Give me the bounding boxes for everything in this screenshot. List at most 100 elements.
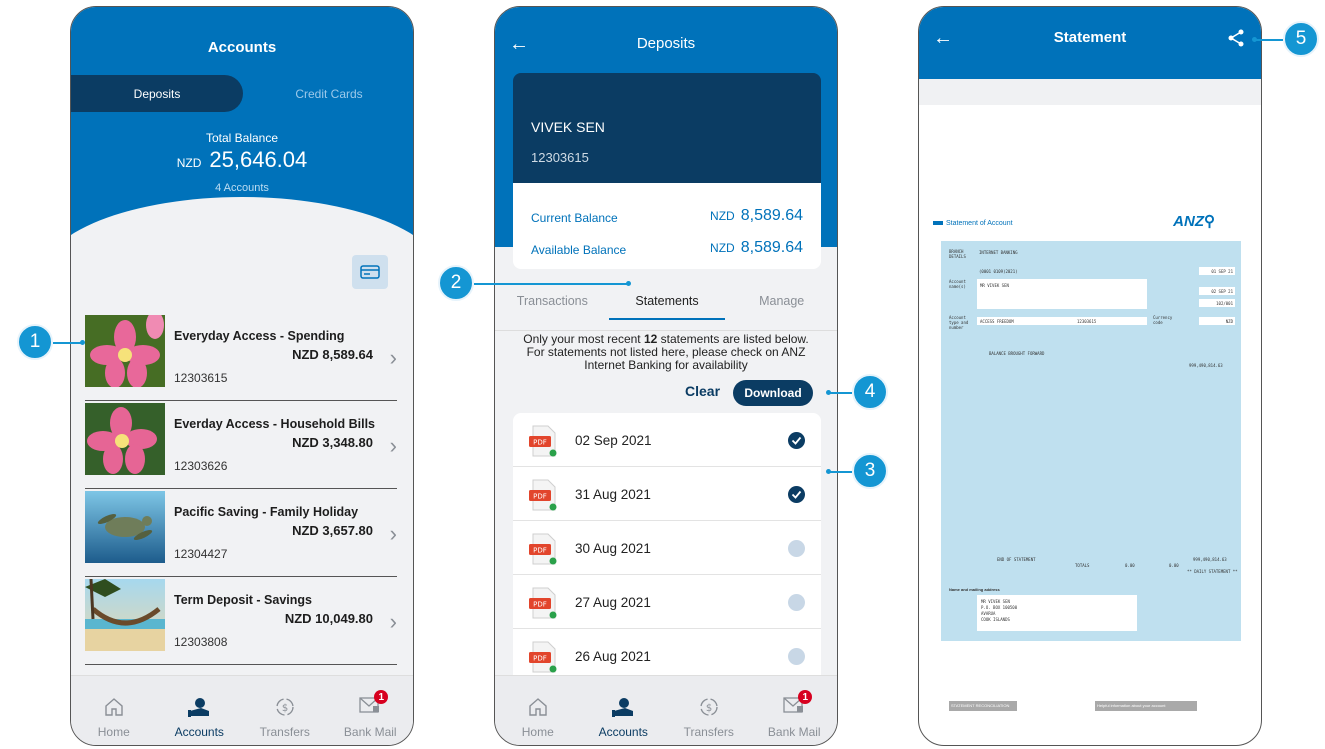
callout-5: 5 xyxy=(1283,21,1319,57)
callout-5-dot xyxy=(1252,37,1257,42)
currency-box: NZD xyxy=(1199,317,1235,325)
deposits-screen: ← Deposits VIVEK SEN 12303615 Current Ba… xyxy=(494,6,838,746)
pink-flower-image xyxy=(85,315,165,387)
account-item[interactable]: Pacific Saving - Family Holiday NZD 3,65… xyxy=(85,491,397,577)
statement-reconciliation-heading: STATEMENT RECONCILIATION xyxy=(949,701,1017,711)
bottom-tab-bar: Home Accounts $ Transfers 1 Bank Mail xyxy=(71,675,413,745)
active-tab-indicator xyxy=(609,318,725,320)
checked-icon[interactable] xyxy=(788,432,805,449)
tab-home[interactable]: Home xyxy=(71,676,157,745)
account-name-value: MR VIVEK SEN xyxy=(980,283,1009,288)
statement-row[interactable]: PDF 27 Aug 2021 xyxy=(513,575,821,629)
tab-credit-cards[interactable]: Credit Cards xyxy=(243,75,413,112)
account-item[interactable]: Term Deposit - Savings NZD 10,049.80 123… xyxy=(85,579,397,665)
bottom-tab-bar: Home Accounts $ Transfers 1 Bank Mail xyxy=(495,675,837,745)
address-line: P.O. BOX 100500 xyxy=(981,605,1018,610)
statement-row[interactable]: PDF 31 Aug 2021 xyxy=(513,467,821,521)
statement-doc-title-text: Statement of Account xyxy=(946,220,1013,227)
callout-2: 2 xyxy=(438,265,474,301)
tab-transfers[interactable]: $ Transfers xyxy=(242,676,328,745)
accounts-icon xyxy=(612,698,634,717)
date-to-box: 02 SEP 21 xyxy=(1199,287,1235,295)
account-number: 12303615 xyxy=(174,371,228,385)
share-icon[interactable] xyxy=(1227,29,1245,47)
unchecked-icon[interactable] xyxy=(788,540,805,557)
balance-panel: Current Balance NZD 8,589.64 Available Ba… xyxy=(513,183,821,269)
currency-code: NZD xyxy=(710,209,735,223)
pdf-label: PDF xyxy=(533,601,547,609)
account-item[interactable]: Everday Access - Household Bills NZD 3,3… xyxy=(85,403,397,489)
statement-row[interactable]: PDF 02 Sep 2021 xyxy=(513,413,821,467)
checked-icon[interactable] xyxy=(788,486,805,503)
tab-deposits[interactable]: Deposits xyxy=(71,75,243,112)
currency-code: NZD xyxy=(710,241,735,255)
anz-logo-text: ANZ xyxy=(1173,213,1204,230)
account-name: Term Deposit - Savings xyxy=(174,593,312,607)
chevron-right-icon: › xyxy=(389,609,397,634)
tab-bank-mail[interactable]: 1 Bank Mail xyxy=(752,676,838,745)
tab-transfers[interactable]: $ Transfers xyxy=(666,676,752,745)
statement-header: ← Statement xyxy=(919,7,1261,79)
tab-home[interactable]: Home xyxy=(495,676,581,745)
callout-2-dot xyxy=(626,281,631,286)
date-from: 01 SEP 21 xyxy=(1211,269,1233,274)
account-item[interactable]: Everyday Access - Spending NZD 8,589.64 … xyxy=(85,315,397,401)
sea-turtle-image xyxy=(85,491,165,563)
statement-count: 12 xyxy=(643,332,658,346)
address-line: COOK ISLANDS xyxy=(981,617,1010,622)
tab-accounts[interactable]: Accounts xyxy=(581,676,667,745)
closing-balance: 999,490,814.63 xyxy=(1193,557,1227,562)
callout-4: 4 xyxy=(852,374,888,410)
helpful-information-heading: Helpful information about your account xyxy=(1095,701,1197,711)
chevron-right-icon: › xyxy=(389,521,397,546)
callout-1-line xyxy=(53,342,83,344)
tab-manage[interactable]: Manage xyxy=(724,291,837,330)
callout-3-dot xyxy=(826,469,831,474)
daily-statement: ** DAILY STATEMENT ** xyxy=(1187,569,1238,574)
account-number: 12304427 xyxy=(174,547,228,561)
info-text-start: Only your most recent xyxy=(523,332,644,346)
tab-accounts-label: Accounts xyxy=(598,725,648,739)
statement-date: 27 Aug 2021 xyxy=(575,595,651,610)
pdf-file-icon: PDF xyxy=(529,587,557,619)
unchecked-icon[interactable] xyxy=(788,594,805,611)
page-number: 102/001 xyxy=(1216,301,1233,306)
currency-label: Currency code xyxy=(1153,315,1173,325)
tab-accounts-label: Accounts xyxy=(174,725,224,739)
statement-date: 31 Aug 2021 xyxy=(575,487,651,502)
callout-1: 1 xyxy=(17,324,53,360)
accounts-icon xyxy=(188,698,210,717)
download-button[interactable]: Download xyxy=(733,380,813,406)
tab-transactions[interactable]: Transactions xyxy=(495,291,610,330)
account-name: Everday Access - Household Bills xyxy=(174,417,376,431)
title-marker xyxy=(933,221,943,226)
account-name-box: MR VIVEK SEN xyxy=(977,279,1147,309)
statement-row[interactable]: PDF 30 Aug 2021 xyxy=(513,521,821,575)
anz-people-icon: ⚲ xyxy=(1204,213,1215,230)
currency-code: NZD xyxy=(176,156,202,170)
total-credits: 0.00 xyxy=(1169,563,1179,568)
account-type: ACCESS FREEDOM xyxy=(980,319,1014,324)
clear-button[interactable]: Clear xyxy=(685,383,720,399)
account-number: 12303615 xyxy=(531,150,589,165)
statement-date: 02 Sep 2021 xyxy=(575,433,652,448)
bsb-value: (0001 0109)2021) xyxy=(979,269,1018,274)
home-icon xyxy=(105,698,123,716)
page-title: Statement xyxy=(1053,29,1127,46)
card-view-button[interactable] xyxy=(352,255,388,289)
available-balance-value: 8,589.64 xyxy=(740,239,803,256)
svg-text:$: $ xyxy=(706,703,712,714)
tab-statements[interactable]: Statements xyxy=(610,291,725,330)
account-balance: NZD 10,049.80 xyxy=(284,611,373,626)
anz-logo: ANZ⚲ xyxy=(1173,212,1215,230)
address-line: AVARUA xyxy=(981,611,996,616)
totals-label: TOTALS xyxy=(1075,563,1090,568)
callout-3: 3 xyxy=(852,453,888,489)
tab-accounts[interactable]: Accounts xyxy=(157,676,243,745)
chevron-right-icon: › xyxy=(389,433,397,458)
account-balance: NZD 8,589.64 xyxy=(292,347,373,362)
account-type-toggle: Deposits Credit Cards xyxy=(71,75,413,112)
tab-bank-mail[interactable]: 1 Bank Mail xyxy=(328,676,414,745)
unchecked-icon[interactable] xyxy=(788,648,805,665)
account-card: VIVEK SEN 12303615 xyxy=(513,73,821,183)
